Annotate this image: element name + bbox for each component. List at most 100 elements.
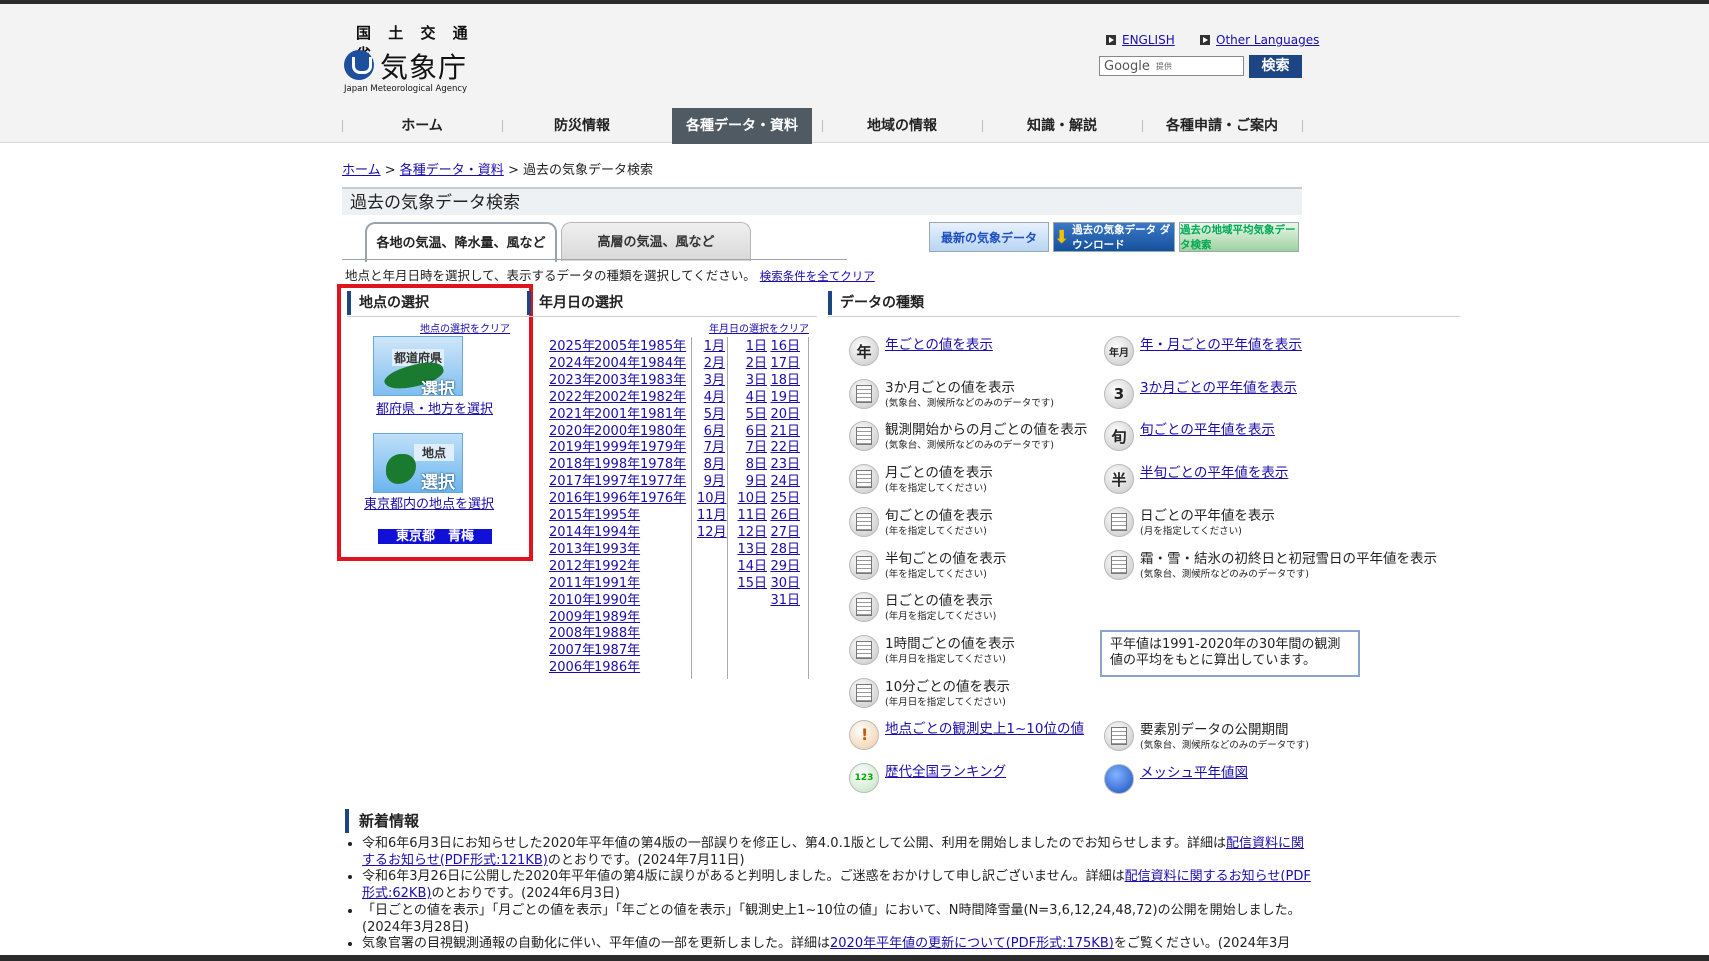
datatype-item[interactable]: 旬旬ごとの平年値を表示: [1104, 421, 1275, 452]
prefecture-select-link[interactable]: 都府県・地方を選択: [376, 398, 493, 417]
year-link[interactable]: 2006年: [549, 660, 595, 677]
day-link[interactable]: 30日: [770, 576, 800, 593]
tab-surface[interactable]: 各地の気温、降水量、風など: [365, 222, 557, 262]
day-link[interactable]: 15日: [737, 576, 767, 593]
year-link[interactable]: 2009年: [549, 610, 595, 627]
other-languages-link[interactable]: Other Languages: [1200, 33, 1319, 47]
nav-region[interactable]: 地域の情報: [822, 108, 982, 144]
year-link[interactable]: 1997年: [594, 474, 640, 491]
year-link[interactable]: 2015年: [549, 508, 595, 525]
year-link[interactable]: 1980年: [640, 424, 686, 441]
day-link[interactable]: 24日: [770, 474, 800, 491]
day-link[interactable]: 8日: [737, 457, 767, 474]
year-link[interactable]: 1991年: [594, 576, 640, 593]
datatype-item[interactable]: 半半旬ごとの平年値を表示: [1104, 464, 1288, 495]
year-link[interactable]: 2021年: [549, 407, 595, 424]
news-link[interactable]: 2020年平年値の更新について(PDF形式:175KB): [830, 936, 1114, 951]
day-link[interactable]: 7日: [737, 440, 767, 457]
day-link[interactable]: 19日: [770, 390, 800, 407]
datatype-link[interactable]: 旬ごとの平年値を表示: [1140, 421, 1275, 439]
datatype-link[interactable]: 歴代全国ランキング: [885, 763, 1006, 781]
month-link[interactable]: 2月: [697, 356, 725, 373]
year-link[interactable]: 2008年: [549, 626, 595, 643]
year-link[interactable]: 1983年: [640, 373, 686, 390]
prefecture-select-button[interactable]: 都道府県 選択: [373, 336, 463, 396]
day-link[interactable]: 14日: [737, 559, 767, 576]
day-link[interactable]: 20日: [770, 407, 800, 424]
datatype-item[interactable]: メッシュ平年値図: [1104, 764, 1248, 794]
datatype-link[interactable]: 年ごとの値を表示: [885, 336, 993, 354]
year-link[interactable]: 2017年: [549, 474, 595, 491]
year-link[interactable]: 1992年: [594, 559, 640, 576]
year-link[interactable]: 1993年: [594, 542, 640, 559]
breadcrumb-data[interactable]: 各種データ・資料: [400, 163, 504, 178]
year-link[interactable]: 2019年: [549, 440, 595, 457]
year-link[interactable]: 1976年: [640, 491, 686, 508]
datatype-link[interactable]: 地点ごとの観測史上1~10位の値: [885, 720, 1084, 738]
datatype-item[interactable]: 123 歴代全国ランキング: [849, 763, 1006, 793]
datatype-link[interactable]: 年・月ごとの平年値を表示: [1140, 336, 1302, 354]
day-link[interactable]: 6日: [737, 424, 767, 441]
month-link[interactable]: 4月: [697, 390, 725, 407]
month-link[interactable]: 9月: [697, 474, 725, 491]
day-link[interactable]: 25日: [770, 491, 800, 508]
day-link[interactable]: 21日: [770, 424, 800, 441]
point-select-button[interactable]: 地点 選択: [373, 433, 463, 493]
day-link[interactable]: 11日: [737, 508, 767, 525]
year-link[interactable]: 1987年: [594, 643, 640, 660]
month-link[interactable]: 11月: [697, 508, 727, 525]
year-link[interactable]: 2025年: [549, 339, 595, 356]
jma-logo[interactable]: 国 土 交 通 省 気象庁 Japan Meteorological Agenc…: [344, 22, 474, 96]
month-link[interactable]: 7月: [697, 440, 725, 457]
year-link[interactable]: 2001年: [594, 407, 640, 424]
month-link[interactable]: 12月: [697, 525, 727, 542]
year-link[interactable]: 2012年: [549, 559, 595, 576]
year-link[interactable]: 1994年: [594, 525, 640, 542]
year-link[interactable]: 1984年: [640, 356, 686, 373]
day-link[interactable]: 23日: [770, 457, 800, 474]
day-link[interactable]: 1日: [737, 339, 767, 356]
year-link[interactable]: 1988年: [594, 626, 640, 643]
year-link[interactable]: 1985年: [640, 339, 686, 356]
year-link[interactable]: 1978年: [640, 457, 686, 474]
year-link[interactable]: 1977年: [640, 474, 686, 491]
year-link[interactable]: 2011年: [549, 576, 595, 593]
year-link[interactable]: 2003年: [594, 373, 640, 390]
clear-station-link[interactable]: 地点の選択をクリア: [420, 320, 510, 335]
day-link[interactable]: 27日: [770, 525, 800, 542]
area-average-banner[interactable]: 過去の地域平均気象データ検索: [1179, 222, 1299, 252]
day-link[interactable]: 10日: [737, 491, 767, 508]
day-link[interactable]: 5日: [737, 407, 767, 424]
day-link[interactable]: 4日: [737, 390, 767, 407]
year-link[interactable]: 1995年: [594, 508, 640, 525]
day-link[interactable]: 16日: [770, 339, 800, 356]
year-link[interactable]: 2007年: [549, 643, 595, 660]
datatype-item[interactable]: 年月 年・月ごとの平年値を表示: [1104, 336, 1302, 366]
year-link[interactable]: 2024年: [549, 356, 595, 373]
year-link[interactable]: 2013年: [549, 542, 595, 559]
year-link[interactable]: 2000年: [594, 424, 640, 441]
year-link[interactable]: 1998年: [594, 457, 640, 474]
day-link[interactable]: 17日: [770, 356, 800, 373]
day-link[interactable]: 13日: [737, 542, 767, 559]
datatype-item[interactable]: 年年ごとの値を表示: [849, 336, 993, 366]
year-link[interactable]: 2022年: [549, 390, 595, 407]
datatype-link[interactable]: 3か月ごとの平年値を表示: [1140, 379, 1297, 397]
day-link[interactable]: 22日: [770, 440, 800, 457]
day-link[interactable]: 2日: [737, 356, 767, 373]
datatype-link[interactable]: メッシュ平年値図: [1140, 764, 1248, 782]
nav-applications[interactable]: 各種申請・ご案内: [1142, 108, 1302, 144]
search-button[interactable]: 検索: [1249, 55, 1302, 78]
point-select-link[interactable]: 東京都内の地点を選択: [364, 493, 494, 512]
year-link[interactable]: 2016年: [549, 491, 595, 508]
year-link[interactable]: 1979年: [640, 440, 686, 457]
year-link[interactable]: 2010年: [549, 593, 595, 610]
search-input[interactable]: Google 提供: [1099, 56, 1244, 76]
year-link[interactable]: 2005年: [594, 339, 640, 356]
year-link[interactable]: 2020年: [549, 424, 595, 441]
day-link[interactable]: 31日: [770, 593, 800, 610]
year-link[interactable]: 2002年: [594, 390, 640, 407]
month-link[interactable]: 10月: [697, 491, 727, 508]
year-link[interactable]: 1996年: [594, 491, 640, 508]
year-link[interactable]: 2018年: [549, 457, 595, 474]
